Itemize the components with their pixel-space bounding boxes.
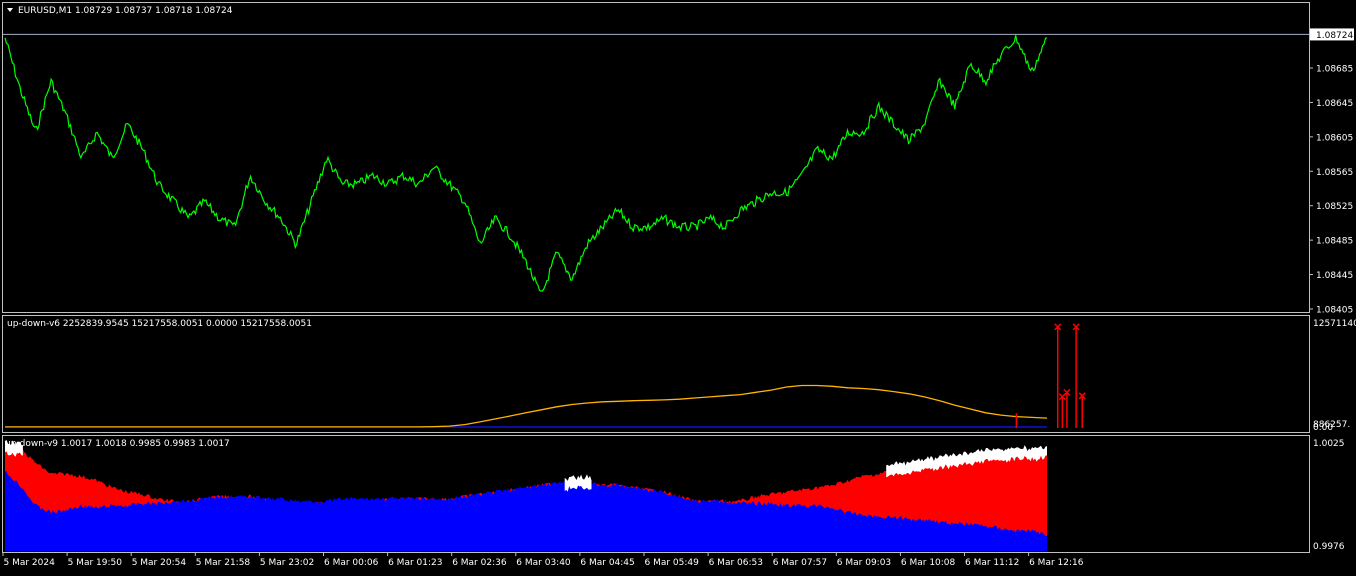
price-tick-label: 1.08445 [1316, 271, 1353, 281]
chart-window: EURUSD,M1 1.08729 1.08737 1.08718 1.0872… [0, 0, 1356, 573]
price-tick-label: 1.08605 [1316, 133, 1353, 143]
main-panel-header: EURUSD,M1 1.08729 1.08737 1.08718 1.0872… [18, 6, 233, 16]
ind2-tick-label: 1.0025 [1313, 439, 1345, 449]
time-tick-label: 6 Mar 11:12 [965, 558, 1019, 568]
time-tick-label: 6 Mar 06:53 [709, 558, 763, 568]
time-tick-label: 5 Mar 23:02 [260, 558, 314, 568]
ind1-tick-label: 12571140 [1313, 319, 1356, 329]
time-tick-label: 5 Mar 2024 [4, 558, 56, 568]
time-tick-label: 6 Mar 12:16 [1029, 558, 1084, 568]
indicator1-header: up-down-v6 2252839.9545 15217558.0051 0.… [7, 319, 312, 329]
time-tick-label: 6 Mar 09:03 [837, 558, 891, 568]
time-tick-label: 5 Mar 20:54 [132, 558, 187, 568]
time-tick-label: 6 Mar 01:23 [388, 558, 442, 568]
price-tick-label: 1.08525 [1316, 202, 1353, 212]
time-tick-label: 6 Mar 03:40 [516, 558, 571, 568]
time-tick-label: 6 Mar 00:06 [324, 558, 379, 568]
ind2-tick-label: 0.9976 [1313, 542, 1345, 552]
price-tick-label: 1.08565 [1316, 168, 1353, 178]
time-tick-label: 6 Mar 04:45 [580, 558, 634, 568]
price-tick-label: 1.08485 [1316, 237, 1353, 247]
price-tick-label: 1.08685 [1316, 65, 1353, 75]
ind1-avg-line [5, 384, 1048, 428]
main-panel-frame [2, 2, 1310, 313]
chart-canvas: EURUSD,M1 1.08729 1.08737 1.08718 1.0872… [2, 2, 1356, 568]
time-tick-label: 5 Mar 21:58 [196, 558, 251, 568]
time-tick-label: 6 Mar 02:36 [452, 558, 507, 568]
indicator2-header: up-down-v9 1.0017 1.0018 0.9985 0.9983 1… [5, 439, 230, 449]
price-line [4, 35, 1048, 292]
indicator1-panel-frame [2, 315, 1310, 433]
price-tick-label: 1.08645 [1316, 99, 1353, 109]
time-tick-label: 5 Mar 19:50 [68, 558, 123, 568]
time-tick-label: 6 Mar 10:08 [901, 558, 956, 568]
time-tick-label: 6 Mar 07:57 [773, 558, 827, 568]
price-tick-label: 1.08405 [1316, 306, 1353, 316]
ind1-tick-label: 0.00 [1313, 423, 1333, 433]
triangle-down-icon[interactable] [7, 8, 13, 12]
time-tick-label: 6 Mar 05:49 [645, 558, 700, 568]
current-price-label: 1.08724 [1316, 31, 1353, 41]
